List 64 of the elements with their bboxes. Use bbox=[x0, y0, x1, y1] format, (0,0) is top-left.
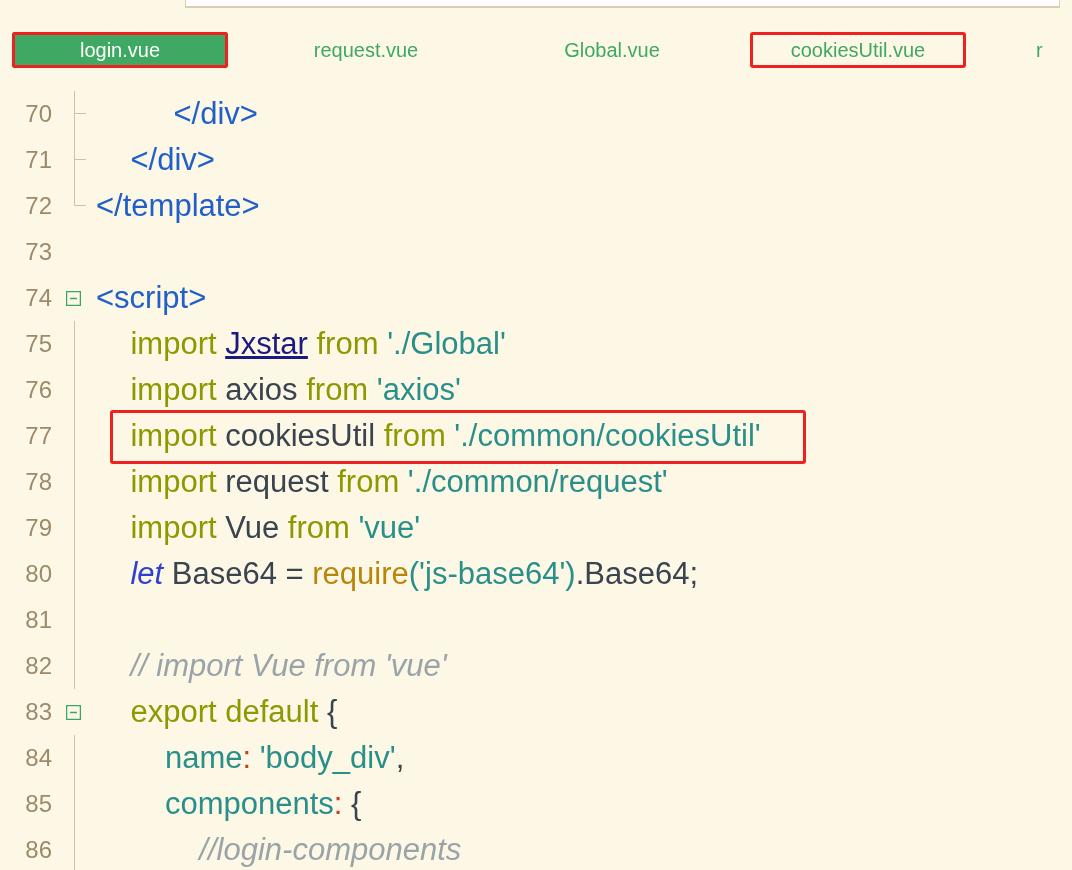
code-token: </div> bbox=[129, 141, 215, 179]
code-token: { bbox=[326, 693, 338, 731]
line-number: 86 bbox=[24, 835, 52, 865]
code-token: require bbox=[312, 555, 409, 593]
code-token: components bbox=[163, 785, 334, 823]
line-number: 79 bbox=[24, 513, 52, 543]
code-token: from bbox=[286, 509, 351, 547]
code-token: { bbox=[350, 785, 362, 823]
code-token: from bbox=[305, 371, 370, 409]
code-token: Base64 = bbox=[170, 555, 305, 593]
code-token[interactable]: Jxstar bbox=[225, 324, 308, 364]
code-token: Vue bbox=[225, 509, 280, 547]
code-token: axios bbox=[225, 371, 298, 409]
code-token: .Base64; bbox=[575, 555, 699, 593]
code-token: import bbox=[129, 417, 218, 455]
line-number: 83 bbox=[24, 697, 52, 727]
code-token: //login-components bbox=[196, 831, 462, 869]
code-token: import bbox=[129, 371, 218, 409]
code-token: 'vue' bbox=[358, 509, 421, 547]
line-number: 75 bbox=[24, 329, 52, 359]
line-number: 76 bbox=[24, 375, 52, 405]
line-number: 84 bbox=[24, 743, 52, 773]
line-number: 80 bbox=[24, 559, 52, 589]
collapse-icon[interactable] bbox=[66, 290, 81, 306]
code-token: export default bbox=[129, 693, 320, 731]
file-tab[interactable]: request.vue bbox=[258, 32, 474, 68]
code-token: './Global' bbox=[387, 325, 506, 363]
code-token: let bbox=[129, 555, 164, 593]
line-number: 71 bbox=[24, 145, 52, 175]
code-token: <script> bbox=[96, 279, 207, 317]
code-token: import bbox=[129, 325, 218, 363]
code-token: </template> bbox=[96, 187, 260, 225]
code-token: // import Vue from 'vue' bbox=[128, 647, 447, 685]
file-tab[interactable]: r bbox=[996, 32, 1056, 68]
code-token: from bbox=[336, 463, 401, 501]
code-token: 'body_div' bbox=[258, 739, 396, 777]
code-token: from bbox=[315, 325, 380, 363]
code-token: name bbox=[163, 739, 243, 777]
code-token: cookiesUtil bbox=[225, 417, 376, 455]
line-number: 72 bbox=[24, 191, 52, 221]
code-token: import bbox=[129, 463, 218, 501]
line-number: 74 bbox=[24, 283, 52, 313]
code-token: ('js-base64') bbox=[408, 555, 576, 593]
code-token: : bbox=[333, 785, 343, 823]
code-token: import bbox=[129, 509, 218, 547]
collapse-icon[interactable] bbox=[66, 704, 81, 720]
file-tab[interactable]: Global.vue bbox=[504, 32, 720, 68]
line-number: 78 bbox=[24, 467, 52, 497]
line-number: 81 bbox=[24, 605, 52, 635]
code-token: , bbox=[395, 739, 405, 777]
code-token: from bbox=[382, 417, 447, 455]
code-token: 'axios' bbox=[376, 371, 462, 409]
code-token: : bbox=[242, 739, 252, 777]
line-number: 82 bbox=[24, 651, 52, 681]
line-number: 73 bbox=[24, 237, 52, 267]
code-token: './common/request' bbox=[407, 463, 668, 501]
line-number: 77 bbox=[24, 421, 52, 451]
code-token: </div> bbox=[172, 95, 258, 133]
line-number: 70 bbox=[24, 99, 52, 129]
code-token: request bbox=[225, 463, 329, 501]
line-number: 85 bbox=[24, 789, 52, 819]
file-tab[interactable]: cookiesUtil.vue bbox=[750, 32, 966, 68]
file-tab[interactable]: login.vue bbox=[12, 32, 228, 68]
code-token: './common/cookiesUtil' bbox=[454, 417, 761, 455]
